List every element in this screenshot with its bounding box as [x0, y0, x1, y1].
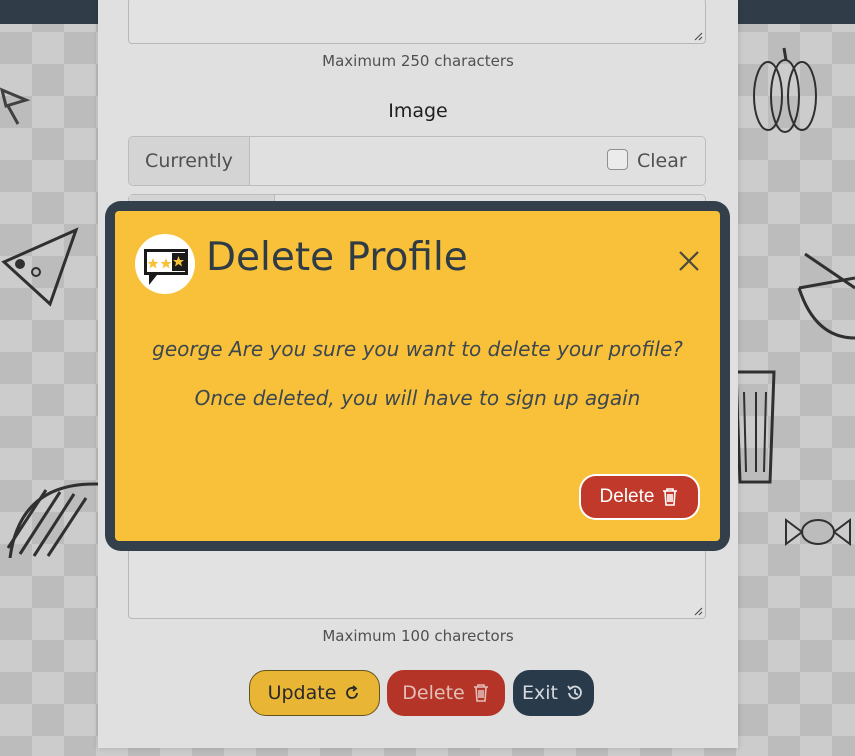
modal-confirm-message: george Are you sure you want to delete y… [152, 337, 683, 361]
confirm-delete-button[interactable]: Delete [579, 474, 700, 520]
modal-warning-message: Once deleted, you will have to sign up a… [194, 386, 641, 410]
modal-title: Delete Profile [206, 235, 468, 280]
review-logo-icon [135, 234, 195, 294]
close-icon[interactable] [677, 249, 701, 273]
confirm-delete-label: Delete [599, 486, 655, 507]
trash-icon [663, 488, 678, 506]
delete-profile-modal: Delete Profile george Are you sure you w… [115, 211, 720, 541]
